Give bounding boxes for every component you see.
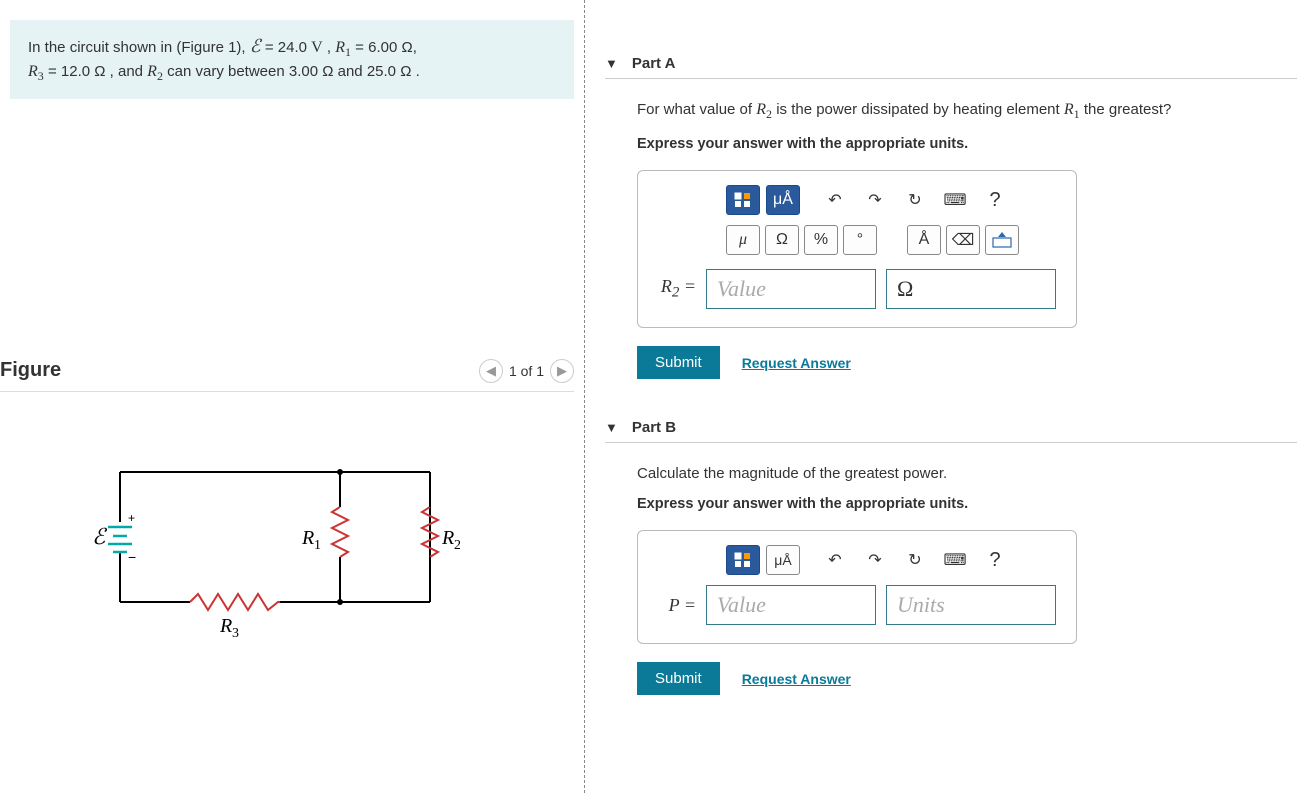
part-a-title: Part A xyxy=(632,55,676,72)
mu-button[interactable]: μ xyxy=(726,225,760,255)
part-a-header[interactable]: ▼ Part A xyxy=(605,55,1297,79)
part-a-instruction: Express your answer with the appropriate… xyxy=(637,136,1297,152)
svg-text:1: 1 xyxy=(314,538,321,553)
r2-symbol: R2 xyxy=(147,63,163,80)
help-button[interactable]: ? xyxy=(978,545,1012,575)
part-a-question: For what value of R2 is the power dissip… xyxy=(637,101,1297,122)
figure-prev-button[interactable]: ◀ xyxy=(479,359,503,383)
svg-text:R: R xyxy=(441,527,454,549)
templates-button[interactable] xyxy=(726,185,760,215)
answer-label-r2: R2 = xyxy=(656,276,696,302)
svg-text:−: − xyxy=(128,549,136,565)
circuit-diagram: ℰ + − R 1 R 2 R xyxy=(80,452,574,655)
caret-down-icon: ▼ xyxy=(605,56,618,71)
part-b-question: Calculate the magnitude of the greatest … xyxy=(637,465,1297,482)
answer-label-p: P = xyxy=(656,595,696,616)
redo-button[interactable]: ↷ xyxy=(858,185,892,215)
submit-button[interactable]: Submit xyxy=(637,346,720,379)
redo-button[interactable]: ↷ xyxy=(858,545,892,575)
r1-symbol: R1 xyxy=(335,39,351,56)
value-input[interactable] xyxy=(706,269,876,309)
svg-text:2: 2 xyxy=(454,538,460,553)
keyboard2-button[interactable] xyxy=(985,225,1019,255)
part-b-header[interactable]: ▼ Part B xyxy=(605,419,1297,443)
backspace-button[interactable]: ⌫ xyxy=(946,225,980,255)
part-b-answer-box: μÅ ↶ ↷ ↻ ⌨ ? P = xyxy=(637,530,1077,644)
problem-text: In the circuit shown in (Figure 1), xyxy=(28,39,250,56)
r3-symbol: R3 xyxy=(28,63,44,80)
caret-down-icon: ▼ xyxy=(605,420,618,435)
part-a-answer-box: μÅ ↶ ↷ ↻ ⌨ ? μ Ω % ° Å xyxy=(637,170,1077,328)
part-b-title: Part B xyxy=(632,419,676,436)
emf-symbol: ℰ xyxy=(250,36,261,56)
part-b-instruction: Express your answer with the appropriate… xyxy=(637,496,1297,512)
figure-next-button[interactable]: ▶ xyxy=(550,359,574,383)
units-input[interactable] xyxy=(886,585,1056,625)
omega-button[interactable]: Ω xyxy=(765,225,799,255)
problem-statement: In the circuit shown in (Figure 1), ℰ = … xyxy=(10,20,574,99)
request-answer-link[interactable]: Request Answer xyxy=(742,355,851,371)
figure-pager: ◀ 1 of 1 ▶ xyxy=(479,359,574,383)
svg-text:R: R xyxy=(301,527,314,549)
units-field[interactable]: Ω xyxy=(886,269,1056,309)
figure-pager-text: 1 of 1 xyxy=(509,363,544,379)
figure-title: Figure xyxy=(0,359,61,382)
keyboard-button[interactable]: ⌨ xyxy=(938,545,972,575)
help-button[interactable]: ? xyxy=(978,185,1012,215)
svg-text:ℰ: ℰ xyxy=(92,524,108,549)
units-button[interactable]: μÅ xyxy=(766,185,800,215)
request-answer-link[interactable]: Request Answer xyxy=(742,671,851,687)
svg-text:3: 3 xyxy=(232,626,239,641)
keyboard-button[interactable]: ⌨ xyxy=(938,185,972,215)
degree-button[interactable]: ° xyxy=(843,225,877,255)
value-input[interactable] xyxy=(706,585,876,625)
reset-button[interactable]: ↻ xyxy=(898,185,932,215)
part-a: ▼ Part A For what value of R2 is the pow… xyxy=(605,55,1297,379)
undo-button[interactable]: ↶ xyxy=(818,185,852,215)
reset-button[interactable]: ↻ xyxy=(898,545,932,575)
undo-button[interactable]: ↶ xyxy=(818,545,852,575)
percent-button[interactable]: % xyxy=(804,225,838,255)
angstrom-button[interactable]: Å xyxy=(907,225,941,255)
templates-button[interactable] xyxy=(726,545,760,575)
svg-text:+: + xyxy=(128,511,135,525)
units-button[interactable]: μÅ xyxy=(766,545,800,575)
part-b: ▼ Part B Calculate the magnitude of the … xyxy=(605,419,1297,695)
svg-text:R: R xyxy=(219,615,232,637)
submit-button[interactable]: Submit xyxy=(637,662,720,695)
